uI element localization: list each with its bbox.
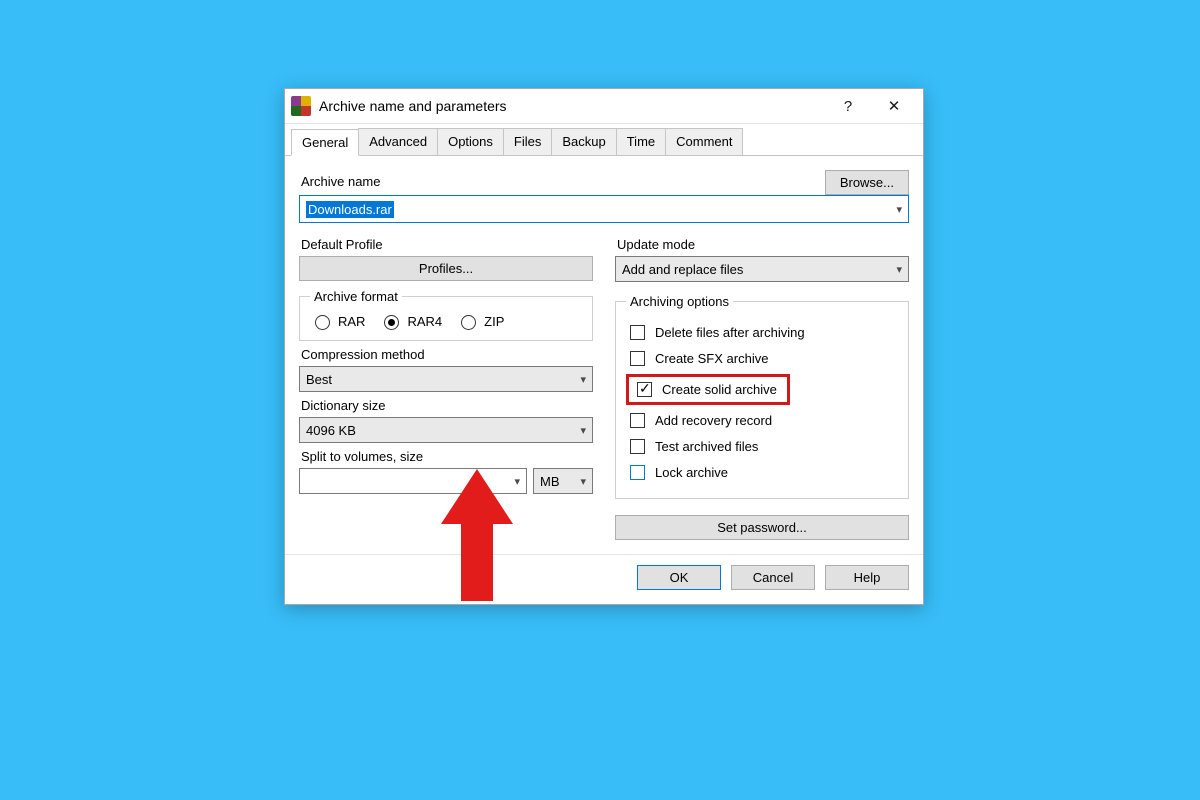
archiving-options-legend: Archiving options bbox=[626, 294, 733, 309]
profiles-button[interactable]: Profiles... bbox=[299, 256, 593, 281]
archive-format-legend: Archive format bbox=[310, 289, 402, 304]
format-rar4[interactable]: RAR4 bbox=[379, 312, 442, 330]
dictionary-size-label: Dictionary size bbox=[301, 398, 593, 413]
browse-button[interactable]: Browse... bbox=[825, 170, 909, 195]
default-profile-label: Default Profile bbox=[301, 237, 593, 252]
archive-name-value: Downloads.rar bbox=[306, 201, 394, 218]
opt-delete-after[interactable]: Delete files after archiving bbox=[626, 322, 898, 343]
archiving-options-group: Archiving options Delete files after arc… bbox=[615, 294, 909, 499]
chevron-down-icon: ▾ bbox=[896, 203, 902, 216]
split-unit-value: MB bbox=[540, 474, 560, 489]
set-password-button[interactable]: Set password... bbox=[615, 515, 909, 540]
tab-files[interactable]: Files bbox=[503, 128, 552, 155]
help-button[interactable]: Help bbox=[825, 565, 909, 590]
tab-comment[interactable]: Comment bbox=[665, 128, 743, 155]
update-mode-value: Add and replace files bbox=[622, 262, 743, 277]
update-mode-label: Update mode bbox=[617, 237, 909, 252]
winrar-icon bbox=[291, 96, 311, 116]
opt-solid-highlight: Create solid archive bbox=[626, 374, 790, 405]
opt-recovery[interactable]: Add recovery record bbox=[626, 410, 898, 431]
compression-method-value: Best bbox=[306, 372, 332, 387]
tab-options[interactable]: Options bbox=[437, 128, 504, 155]
opt-solid[interactable]: Create solid archive bbox=[633, 379, 777, 400]
archive-name-label: Archive name bbox=[301, 174, 813, 189]
chevron-down-icon: ▾ bbox=[896, 263, 902, 276]
archive-format-group: Archive format RAR RAR4 ZIP bbox=[299, 289, 593, 341]
tab-general[interactable]: General bbox=[291, 129, 359, 156]
chevron-down-icon: ▾ bbox=[580, 475, 586, 488]
split-volumes-label: Split to volumes, size bbox=[301, 449, 593, 464]
close-icon[interactable]: ✕ bbox=[871, 91, 917, 121]
tab-advanced[interactable]: Advanced bbox=[358, 128, 438, 155]
tab-backup[interactable]: Backup bbox=[551, 128, 616, 155]
tab-strip: General Advanced Options Files Backup Ti… bbox=[285, 124, 923, 156]
compression-method-select[interactable]: Best ▾ bbox=[299, 366, 593, 392]
help-icon[interactable]: ? bbox=[825, 91, 871, 121]
format-rar[interactable]: RAR bbox=[310, 312, 365, 330]
opt-sfx[interactable]: Create SFX archive bbox=[626, 348, 898, 369]
chevron-down-icon: ▾ bbox=[514, 475, 520, 488]
compression-method-label: Compression method bbox=[301, 347, 593, 362]
dialog-title: Archive name and parameters bbox=[319, 98, 825, 114]
cancel-button[interactable]: Cancel bbox=[731, 565, 815, 590]
ok-button[interactable]: OK bbox=[637, 565, 721, 590]
update-mode-select[interactable]: Add and replace files ▾ bbox=[615, 256, 909, 282]
titlebar: Archive name and parameters ? ✕ bbox=[285, 89, 923, 124]
opt-test[interactable]: Test archived files bbox=[626, 436, 898, 457]
dialog-body: Archive name Browse... Downloads.rar ▾ D… bbox=[285, 156, 923, 548]
dictionary-size-select[interactable]: 4096 KB ▾ bbox=[299, 417, 593, 443]
tab-time[interactable]: Time bbox=[616, 128, 666, 155]
split-size-input[interactable]: ▾ bbox=[299, 468, 527, 494]
opt-lock[interactable]: Lock archive bbox=[626, 462, 898, 483]
dialog-buttons: OK Cancel Help bbox=[285, 554, 923, 604]
format-zip[interactable]: ZIP bbox=[456, 312, 504, 330]
chevron-down-icon: ▾ bbox=[580, 424, 586, 437]
dictionary-size-value: 4096 KB bbox=[306, 423, 356, 438]
split-unit-select[interactable]: MB ▾ bbox=[533, 468, 593, 494]
archive-dialog: Archive name and parameters ? ✕ General … bbox=[284, 88, 924, 605]
chevron-down-icon: ▾ bbox=[580, 373, 586, 386]
archive-name-input[interactable]: Downloads.rar ▾ bbox=[299, 195, 909, 223]
